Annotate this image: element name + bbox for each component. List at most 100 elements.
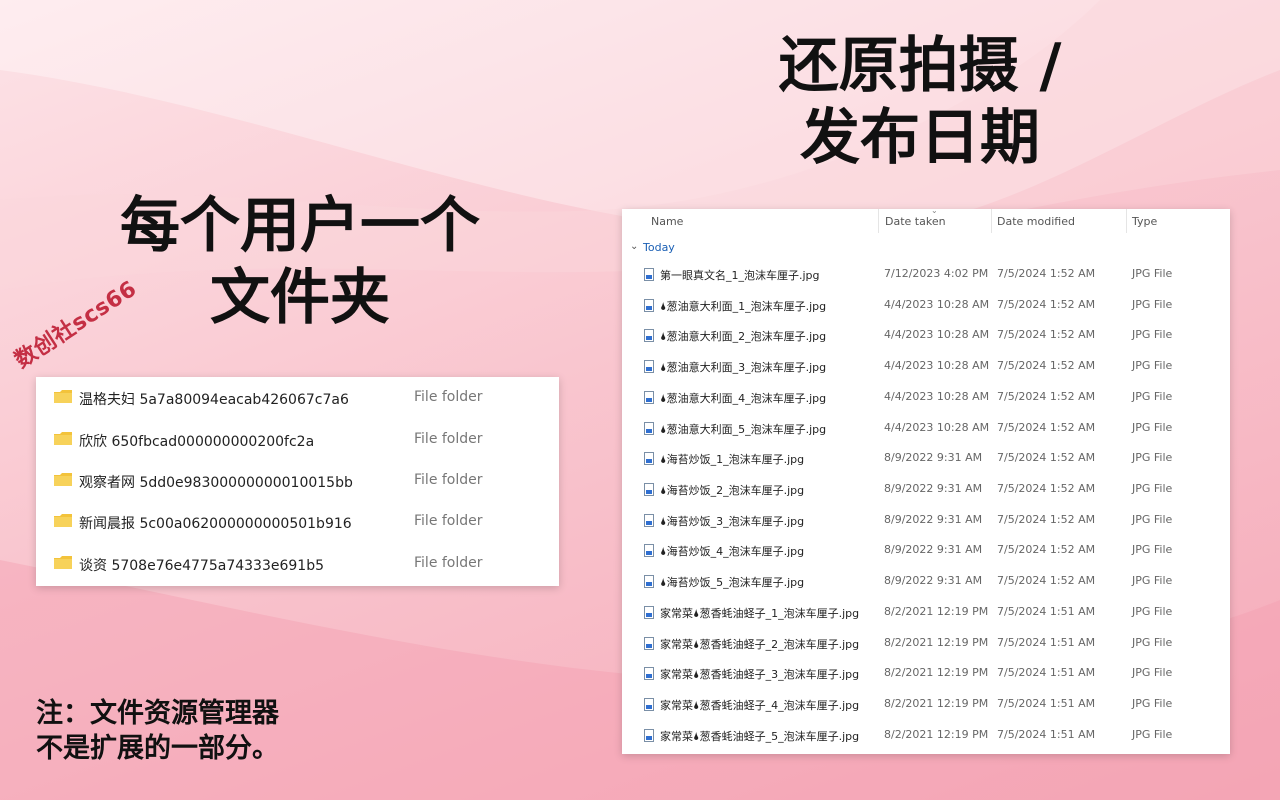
file-row[interactable]: 🌢葱油意大利面_3_泡沫车厘子.jpg 4/4/2023 10:28 AM 7/… [622,355,1230,385]
file-row[interactable]: 🌢葱油意大利面_2_泡沫车厘子.jpg 4/4/2023 10:28 AM 7/… [622,324,1230,354]
heading-restore-date: 还原拍摄 / 发布日期 [740,30,1100,174]
folder-icon [54,514,72,527]
file-type: JPG File [1132,666,1173,679]
image-file-icon [644,268,654,281]
file-date-modified: 7/5/2024 1:51 AM [997,728,1096,741]
file-name: 第一眼真文名_1_泡沫车厘子.jpg [660,269,820,282]
file-date-taken: 4/4/2023 10:28 AM [884,390,990,403]
file-date-modified: 7/5/2024 1:52 AM [997,359,1096,372]
file-date-modified: 7/5/2024 1:52 AM [997,543,1096,556]
file-name: 🌢葱油意大利面_5_泡沫车厘子.jpg [660,423,827,436]
file-date-modified: 7/5/2024 1:52 AM [997,390,1096,403]
footnote-line: 注：文件资源管理器 [36,698,279,729]
file-name: 🌢海苔炒饭_3_泡沫车厘子.jpg [660,515,805,528]
image-file-icon [644,729,654,742]
file-name: 家常菜🌢葱香蚝油蛏子_1_泡沫车厘子.jpg [660,607,860,620]
file-type: JPG File [1132,482,1173,495]
file-date-modified: 7/5/2024 1:51 AM [997,666,1096,679]
file-row[interactable]: 🌢葱油意大利面_1_泡沫车厘子.jpg 4/4/2023 10:28 AM 7/… [622,294,1230,324]
file-name: 家常菜🌢葱香蚝油蛏子_2_泡沫车厘子.jpg [660,638,860,651]
file-type: JPG File [1132,298,1173,311]
file-date-modified: 7/5/2024 1:52 AM [997,451,1096,464]
file-type: JPG File [1132,513,1173,526]
image-file-icon [644,483,654,496]
file-type: JPG File [1132,543,1173,556]
column-header-name[interactable]: Name [651,215,683,228]
file-type: JPG File [1132,697,1173,710]
file-name: 🌢葱油意大利面_2_泡沫车厘子.jpg [660,330,827,343]
image-file-icon [644,544,654,557]
file-type: JPG File [1132,390,1173,403]
sort-chevron-icon: ⌄ [931,206,938,215]
file-date-modified: 7/5/2024 1:52 AM [997,421,1096,434]
file-name: 🌢葱油意大利面_1_泡沫车厘子.jpg [660,300,827,313]
file-date-modified: 7/5/2024 1:52 AM [997,574,1096,587]
file-date-modified: 7/5/2024 1:52 AM [997,298,1096,311]
file-name: 🌢葱油意大利面_3_泡沫车厘子.jpg [660,361,827,374]
file-date-modified: 7/5/2024 1:52 AM [997,328,1096,341]
folder-row[interactable]: 谈资 5708e76e4775a74333e691b5 File folder [36,543,559,584]
image-file-icon [644,360,654,373]
folder-list-panel: 温格夫妇 5a7a80094eacab426067c7a6 File folde… [36,377,559,586]
folder-name: 新闻晨报 5c00a062000000000501b916 [79,516,352,532]
file-date-modified: 7/5/2024 1:52 AM [997,267,1096,280]
group-header-today[interactable]: Today [643,241,675,254]
image-file-icon [644,606,654,619]
file-row[interactable]: 🌢葱油意大利面_4_泡沫车厘子.jpg 4/4/2023 10:28 AM 7/… [622,386,1230,416]
folder-type: File folder [414,431,483,447]
file-row[interactable]: 🌢海苔炒饭_4_泡沫车厘子.jpg 8/9/2022 9:31 AM 7/5/2… [622,539,1230,569]
folder-row[interactable]: 观察者网 5dd0e98300000000010015bb File folde… [36,460,559,501]
file-row[interactable]: 🌢海苔炒饭_2_泡沫车厘子.jpg 8/9/2022 9:31 AM 7/5/2… [622,478,1230,508]
image-file-icon [644,391,654,404]
file-row[interactable]: 家常菜🌢葱香蚝油蛏子_5_泡沫车厘子.jpg 8/2/2021 12:19 PM… [622,724,1230,754]
image-file-icon [644,329,654,342]
column-header-type[interactable]: Type [1132,215,1157,228]
file-type: JPG File [1132,574,1173,587]
folder-icon [54,473,72,486]
file-date-taken: 8/2/2021 12:19 PM [884,636,989,649]
file-list-panel: Name ⌄ Date taken Date modified Type ⌄ T… [622,206,1230,754]
file-row[interactable]: 家常菜🌢葱香蚝油蛏子_4_泡沫车厘子.jpg 8/2/2021 12:19 PM… [622,693,1230,723]
file-name: 家常菜🌢葱香蚝油蛏子_4_泡沫车厘子.jpg [660,699,860,712]
folder-row[interactable]: 温格夫妇 5a7a80094eacab426067c7a6 File folde… [36,377,559,418]
column-separator [991,209,992,233]
group-chevron-icon[interactable]: ⌄ [630,241,638,252]
folder-type: File folder [414,555,483,571]
file-type: JPG File [1132,359,1173,372]
heading-line: 还原拍摄 / [778,31,1062,101]
file-date-taken: 8/2/2021 12:19 PM [884,697,989,710]
file-type: JPG File [1132,328,1173,341]
file-type: JPG File [1132,421,1173,434]
file-row[interactable]: 🌢海苔炒饭_3_泡沫车厘子.jpg 8/9/2022 9:31 AM 7/5/2… [622,509,1230,539]
file-row[interactable]: 🌢葱油意大利面_5_泡沫车厘子.jpg 4/4/2023 10:28 AM 7/… [622,417,1230,447]
file-row[interactable]: 家常菜🌢葱香蚝油蛏子_3_泡沫车厘子.jpg 8/2/2021 12:19 PM… [622,662,1230,692]
folder-row[interactable]: 新闻晨报 5c00a062000000000501b916 File folde… [36,501,559,542]
heading-line: 每个用户一个 [120,191,480,261]
file-date-taken: 8/2/2021 12:19 PM [884,666,989,679]
file-name: 🌢海苔炒饭_1_泡沫车厘子.jpg [660,453,805,466]
image-file-icon [644,637,654,650]
folder-icon [54,556,72,569]
image-file-icon [644,452,654,465]
file-name: 家常菜🌢葱香蚝油蛏子_5_泡沫车厘子.jpg [660,730,860,743]
file-date-modified: 7/5/2024 1:51 AM [997,636,1096,649]
folder-name: 谈资 5708e76e4775a74333e691b5 [79,558,324,574]
file-date-modified: 7/5/2024 1:52 AM [997,482,1096,495]
file-date-taken: 4/4/2023 10:28 AM [884,359,990,372]
file-date-taken: 8/9/2022 9:31 AM [884,513,983,526]
image-file-icon [644,698,654,711]
file-row[interactable]: 第一眼真文名_1_泡沫车厘子.jpg 7/12/2023 4:02 PM 7/5… [622,263,1230,293]
folder-icon [54,432,72,445]
file-date-taken: 8/2/2021 12:19 PM [884,728,989,741]
folder-type: File folder [414,472,483,488]
file-row[interactable]: 家常菜🌢葱香蚝油蛏子_1_泡沫车厘子.jpg 8/2/2021 12:19 PM… [622,601,1230,631]
file-row[interactable]: 家常菜🌢葱香蚝油蛏子_2_泡沫车厘子.jpg 8/2/2021 12:19 PM… [622,632,1230,662]
file-row[interactable]: 🌢海苔炒饭_5_泡沫车厘子.jpg 8/9/2022 9:31 AM 7/5/2… [622,570,1230,600]
file-type: JPG File [1132,451,1173,464]
column-header-date-taken[interactable]: Date taken [885,215,946,228]
folder-name: 观察者网 5dd0e98300000000010015bb [79,475,353,491]
file-row[interactable]: 🌢海苔炒饭_1_泡沫车厘子.jpg 8/9/2022 9:31 AM 7/5/2… [622,447,1230,477]
folder-row[interactable]: 欣欣 650fbcad000000000200fc2a File folder [36,419,559,460]
column-header-date-modified[interactable]: Date modified [997,215,1075,228]
file-date-taken: 8/9/2022 9:31 AM [884,482,983,495]
